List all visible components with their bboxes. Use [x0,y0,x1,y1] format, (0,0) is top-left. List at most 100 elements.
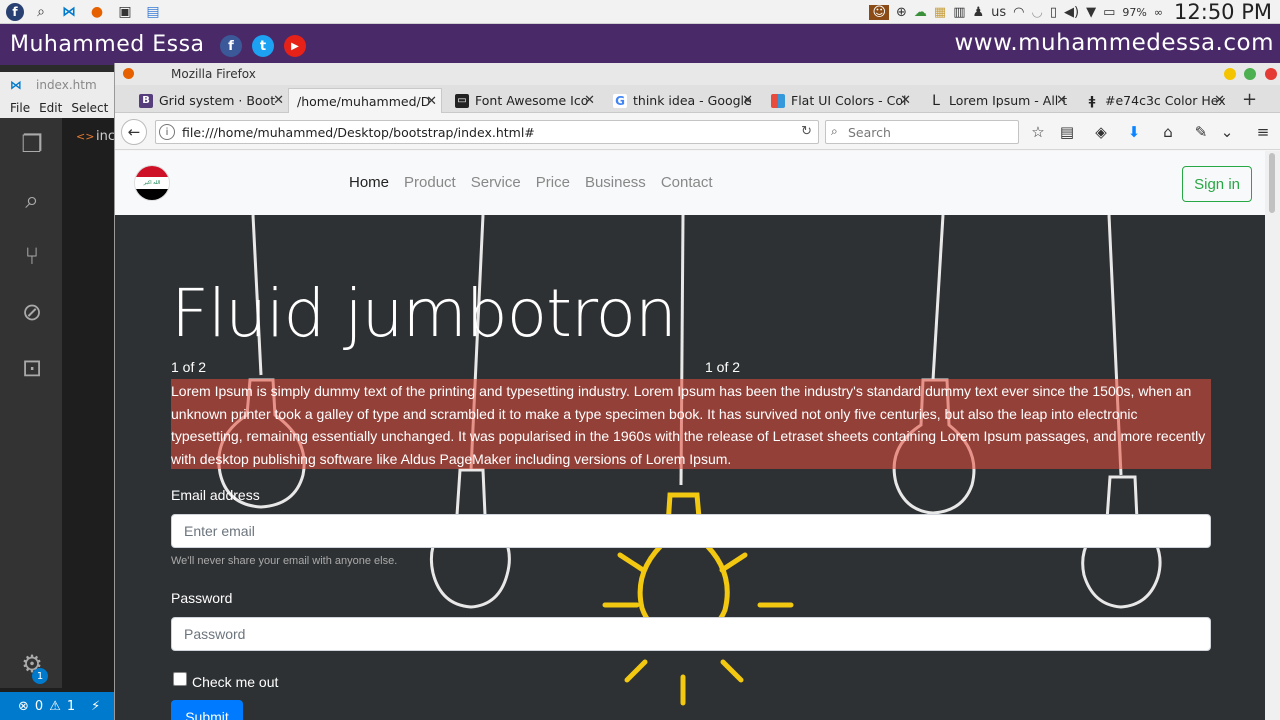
close-tab-icon[interactable]: ✕ [1056,93,1067,108]
youtube-icon: ▶ [284,35,306,57]
extensions-icon[interactable]: ⊡ [16,352,48,384]
check-me-out-checkbox[interactable] [173,672,187,686]
hamburger-menu-icon[interactable]: ≡ [1253,123,1273,141]
close-tab-icon[interactable]: ✕ [426,94,437,109]
vscode-activity-bar: ❐ ⌕ ⑂ ⊘ ⊡ ⚙ 1 [0,118,62,688]
search-bar[interactable]: ⌕ Search [825,120,1019,144]
warning-icon[interactable]: ⚠ [49,699,61,714]
close-tab-icon[interactable]: ✕ [273,93,284,108]
wifi-icon[interactable]: ◠ [1013,5,1024,20]
tab-color-hex[interactable]: ǂ #e74c3c Color Hex ✕ [1085,88,1225,113]
brand-logo[interactable]: الله اكبر [134,165,170,201]
error-icon[interactable]: ⊗ [18,699,29,714]
battery-extra: ∞ [1153,5,1164,19]
editor-tab-label[interactable]: inc [96,129,115,144]
tab-label: think idea - Google [633,93,752,108]
menu-select[interactable]: Select [71,101,108,115]
volume-icon[interactable]: ◀) [1064,5,1079,20]
tab-label: Font Awesome Ico [475,93,589,108]
explorer-icon[interactable]: ❐ [16,128,48,160]
close-button[interactable] [1265,68,1277,80]
search-icon[interactable]: ⌕ [16,184,48,216]
battery-icon[interactable]: ▭ [1103,5,1115,20]
jumbotron: Fluid jumbotron 1 of 2 1 of 2 Lorem Ipsu… [115,215,1265,720]
url-bar[interactable]: i file:///home/muhammed/Desktop/bootstra… [155,120,819,144]
clock[interactable]: 12:50 PM [1174,0,1272,24]
download-icon[interactable]: ⬇ [1124,123,1144,141]
close-tab-icon[interactable]: ✕ [900,93,911,108]
nav-product[interactable]: Product [404,174,456,191]
font-awesome-icon: ▭ [455,93,469,108]
tray-app-icon[interactable]: ☺ [869,4,889,20]
screen-recorder-icon[interactable]: ▣ [114,2,136,22]
menu-edit[interactable]: Edit [39,101,62,115]
clipboard-icon[interactable]: ▯ [1050,5,1057,20]
tab-grid-system[interactable]: B Grid system · Boot ✕ [139,88,284,113]
web-page: الله اكبر Home Product Service Price Bus… [115,151,1265,720]
vscode-editor[interactable]: <> inc [62,118,118,688]
pocket-icon[interactable]: ◈ [1091,123,1111,141]
firefox-launcher-icon[interactable]: ● [86,2,108,22]
nav-price[interactable]: Price [536,174,570,191]
tab-google[interactable]: G think idea - Google ✕ [613,88,753,113]
nav-home[interactable]: Home [349,174,389,191]
lightning-icon[interactable]: ⚡ [91,699,100,714]
user-icon[interactable]: ♟ [973,5,985,20]
network-icon[interactable]: ◡ [1032,5,1043,20]
nav-business[interactable]: Business [585,174,646,191]
overflow-chevron-icon[interactable]: ⌄ [1217,123,1237,141]
page-scrollbar[interactable] [1265,151,1280,720]
menu-file[interactable]: File [10,101,30,115]
email-input[interactable]: Enter email [171,514,1211,548]
vscode-titlebar: ⋈ index.htm [0,72,118,98]
home-icon[interactable]: ⌂ [1158,123,1178,141]
bookmark-star-icon[interactable]: ☆ [1028,123,1048,141]
tab-strip: B Grid system · Boot ✕ /home/muhammed/D … [115,85,1280,113]
fedora-menu-icon[interactable]: f [6,2,24,21]
search-placeholder: Search [848,125,891,140]
tab-index-html[interactable]: /home/muhammed/D ✕ [288,88,442,113]
close-tab-icon[interactable]: ✕ [1214,93,1225,108]
check-me-out-label[interactable]: Check me out [192,674,278,690]
password-input[interactable]: Password [171,617,1211,651]
update-icon[interactable]: ⊕ [896,5,907,20]
nav-contact[interactable]: Contact [661,174,713,191]
window-title: Mozilla Firefox [171,67,256,81]
tab-flat-ui[interactable]: Flat UI Colors - Col ✕ [771,88,911,113]
keyboard-layout[interactable]: us [991,5,1006,20]
maximize-button[interactable] [1244,68,1256,80]
email-label: Email address [171,487,260,503]
tab-label: Grid system · Boot [159,93,276,108]
chevron-down-icon[interactable]: ▼ [1086,5,1096,20]
new-tab-button[interactable]: + [1242,89,1257,110]
submit-button[interactable]: Submit [171,700,243,720]
debug-icon[interactable]: ⊘ [16,296,48,328]
package-icon[interactable]: ▦ [934,5,946,20]
cloud-icon[interactable]: ☁ [914,5,927,20]
close-tab-icon[interactable]: ✕ [584,93,595,108]
lorem-icon: L [932,92,940,109]
tab-font-awesome[interactable]: ▭ Font Awesome Ico ✕ [455,88,595,113]
vscode-title: index.htm [36,78,97,92]
file-manager-icon[interactable]: ▤ [142,2,164,22]
tab-lorem-ipsum[interactable]: L Lorem Ipsum - All t ✕ [929,88,1067,113]
site-info-icon[interactable]: i [159,124,175,140]
storage-icon[interactable]: ▥ [953,5,965,20]
search-icon[interactable]: ⌕ [30,2,52,22]
reading-list-icon[interactable]: ▤ [1057,123,1077,141]
tab-label: Flat UI Colors - Col [791,93,907,108]
nav-service[interactable]: Service [471,174,521,191]
google-icon: G [613,93,627,108]
source-control-icon[interactable]: ⑂ [16,240,48,272]
vscode-launcher-icon[interactable]: ⋈ [58,2,80,22]
extension-icon[interactable]: ✎ [1191,123,1211,141]
back-button[interactable]: ← [121,119,147,145]
sign-in-button[interactable]: Sign in [1182,166,1252,202]
reload-icon[interactable]: ↻ [801,124,812,139]
password-label: Password [171,590,233,606]
url-text[interactable]: file:///home/muhammed/Desktop/bootstrap/… [182,125,535,140]
scrollbar-thumb[interactable] [1269,153,1275,213]
system-tray: ☺ ⊕ ☁ ▦ ▥ ♟ us ◠ ◡ ▯ ◀) ▼ ▭ 97% ∞ 12:50 … [869,0,1280,24]
minimize-button[interactable] [1224,68,1236,80]
close-tab-icon[interactable]: ✕ [742,93,753,108]
